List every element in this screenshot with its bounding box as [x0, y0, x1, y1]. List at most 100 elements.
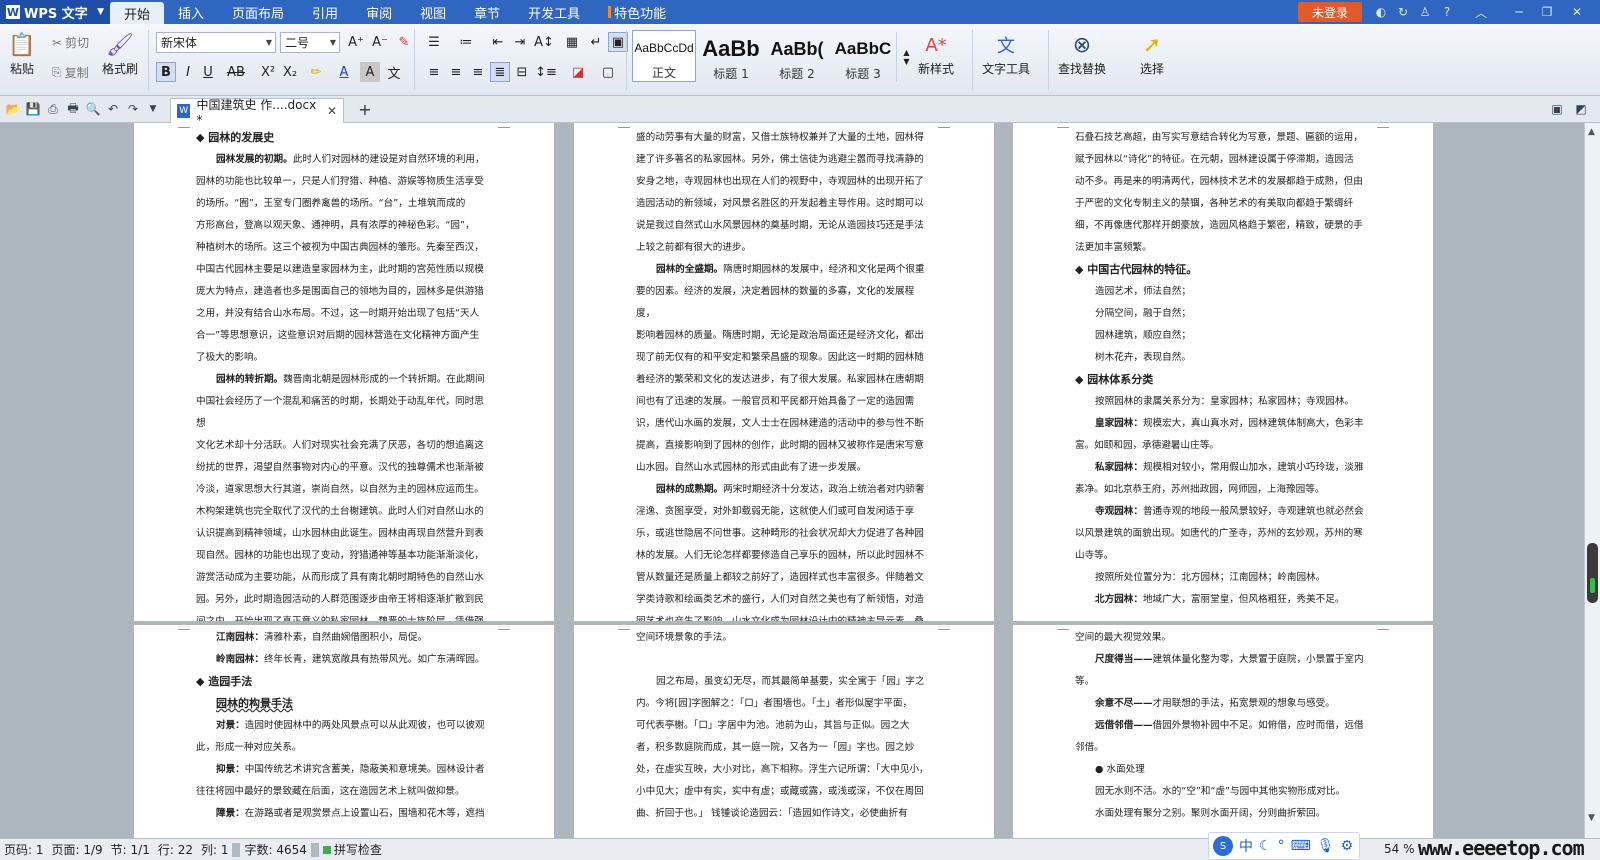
phonetic-icon[interactable]: 文	[384, 62, 404, 82]
restore-icon[interactable]: ❐	[1538, 3, 1556, 21]
ime-toolbar[interactable]: S 中 ☾ ° ⌨ 🎙 ⚙	[1208, 832, 1360, 860]
customize-quick-access-icon[interactable]: ▼	[144, 100, 162, 118]
microphone-icon[interactable]: 🎙	[1317, 838, 1335, 854]
table-icon[interactable]: ▦	[562, 32, 582, 52]
document-canvas[interactable]: ◆ 园林的发展史 园林发展的初期。此时人们对园林的建设是对自然环境的利用， 园林的功…	[0, 123, 1584, 838]
grow-font-icon[interactable]: A⁺	[346, 32, 366, 52]
text-line: 往往将园中最好的景致藏在后面，这在造园艺术上就叫做抑景。	[196, 786, 465, 797]
punctuation-icon[interactable]: °	[1278, 838, 1285, 854]
scroll-thumb[interactable]	[1587, 543, 1598, 603]
font-name-select[interactable]: 新宋体 ▼	[156, 32, 276, 53]
font-size-select[interactable]: 二号 ▼	[280, 32, 340, 53]
increase-indent-icon[interactable]: ⇥	[510, 32, 530, 52]
copy-button[interactable]: ⎘ 复制	[52, 64, 89, 81]
export-pdf-icon[interactable]: ⎙	[44, 100, 62, 118]
text-tools-button[interactable]: 文 文字工具	[982, 30, 1030, 77]
select-button[interactable]: ➚ 选择	[1138, 30, 1166, 77]
font-color-icon[interactable]: A	[334, 62, 354, 82]
tab-list-icon[interactable]: ▣	[1548, 100, 1566, 118]
style-heading-2[interactable]: AaBb( 标题 2	[766, 30, 828, 82]
spell-check-button[interactable]: 拼写检查	[319, 841, 386, 858]
paste-button[interactable]: 📋 粘贴	[8, 30, 36, 77]
clear-format-icon[interactable]: ✎	[394, 32, 414, 52]
line-spacing-icon[interactable]: ↕≡	[535, 62, 557, 82]
shirt-icon[interactable]: ♙	[1416, 3, 1434, 21]
style-gallery-scroll[interactable]: ▲ ▼	[896, 32, 916, 82]
keyboard-icon[interactable]: ⌨	[1291, 838, 1311, 854]
print-preview-icon[interactable]: 🔍	[84, 100, 102, 118]
skin-icon[interactable]: ◐	[1372, 3, 1390, 21]
underline-icon[interactable]: U	[198, 62, 218, 82]
distribute-icon[interactable]: ⊟	[512, 62, 532, 82]
scroll-up-icon[interactable]: ▲	[1588, 127, 1595, 137]
status-word-count[interactable]: 字数: 4654	[240, 841, 310, 858]
status-page[interactable]: 页面: 1/9	[48, 841, 107, 858]
style-heading-1[interactable]: AaBb 标题 1	[700, 30, 762, 82]
menu-tab-page-layout[interactable]: 页面布局	[218, 0, 298, 24]
decrease-indent-icon[interactable]: ⇤	[488, 32, 508, 52]
align-center-icon[interactable]: ≡	[446, 62, 466, 82]
save-icon[interactable]: 💾	[24, 100, 42, 118]
collapse-ribbon-icon[interactable]: ︿	[1472, 3, 1490, 21]
menu-tab-review[interactable]: 审阅	[352, 0, 406, 24]
strikethrough-icon[interactable]: AB	[226, 62, 246, 82]
vertical-scrollbar[interactable]: ▲ ▼	[1584, 123, 1600, 838]
menu-tab-references[interactable]: 引用	[298, 0, 352, 24]
undo-icon[interactable]: ↶	[104, 100, 122, 118]
align-right-icon[interactable]: ≡	[468, 62, 488, 82]
new-style-button[interactable]: A* 新样式	[918, 30, 954, 77]
format-painter-button[interactable]: 🖌 格式刷	[102, 30, 138, 77]
style-heading-3[interactable]: AaBbC 标题 3	[832, 30, 894, 82]
bullet-list-icon[interactable]: ☰	[424, 32, 444, 52]
paragraph-mark-icon[interactable]: ↵	[586, 32, 606, 52]
menu-tab-chapter[interactable]: 章节	[460, 0, 514, 24]
cut-button[interactable]: ✂ 剪切	[52, 34, 89, 51]
print-icon[interactable]: 🖶	[64, 100, 82, 118]
italic-icon[interactable]: I	[178, 62, 198, 82]
show-grid-icon[interactable]: ▣	[608, 32, 628, 52]
sync-icon[interactable]: ↻	[1394, 3, 1412, 21]
tab-document[interactable]: W 中国建筑史 作....docx * ✕	[170, 98, 344, 127]
text-line: 江南园林：清雅朴素，自然曲婉借图积小，局促。	[216, 632, 428, 643]
tab-options-icon[interactable]: ◩	[1572, 100, 1590, 118]
borders-icon[interactable]: ▢	[598, 62, 618, 82]
redo-icon[interactable]: ↷	[124, 100, 142, 118]
ime-mode[interactable]: 中	[1239, 836, 1253, 856]
bold-icon[interactable]: B	[156, 62, 176, 82]
scroll-down-icon[interactable]: ▼	[1588, 813, 1595, 823]
menu-tab-insert[interactable]: 插入	[164, 0, 218, 24]
login-button[interactable]: 未登录	[1298, 2, 1362, 22]
page-5[interactable]: 空间环境景象的手法。 园之布局，虽变幻无尽，而其最简单基要，实全寓于「园」字之内…	[574, 625, 994, 838]
page-1[interactable]: ◆ 园林的发展史 园林发展的初期。此时人们对园林的建设是对自然环境的利用， 园林的功…	[134, 123, 554, 621]
align-left-icon[interactable]: ≡	[424, 62, 444, 82]
find-replace-button[interactable]: ⊗ 查找替换	[1058, 30, 1106, 77]
text-direction-icon[interactable]: A↕	[534, 32, 554, 52]
menu-tab-home[interactable]: 开始	[110, 2, 165, 24]
help-icon[interactable]: ?	[1438, 3, 1456, 21]
moon-icon[interactable]: ☾	[1259, 838, 1272, 854]
numbered-list-icon[interactable]: ≔	[456, 32, 476, 52]
subscript-icon[interactable]: X₂	[280, 62, 300, 82]
menu-tab-special[interactable]: 特色功能	[594, 0, 680, 24]
style-normal[interactable]: AaBbCcDd 正文	[632, 30, 696, 82]
page-3[interactable]: 石叠石技艺高超，由写实写意结合转化为写意，景题、匾额的运用， 赋予园林以“诗化”的…	[1013, 123, 1433, 621]
close-tab-icon[interactable]: ✕	[327, 104, 337, 118]
page-4[interactable]: 江南园林：清雅朴素，自然曲婉借图积小，局促。 岭南园林：终年长青，建筑宽敞具有热带…	[134, 625, 554, 838]
settings-gear-icon[interactable]: ⚙	[1341, 838, 1354, 854]
superscript-icon[interactable]: X²	[258, 62, 278, 82]
open-folder-icon[interactable]: 📂	[4, 100, 22, 118]
justify-icon[interactable]: ≣	[490, 62, 510, 82]
zoom-level[interactable]: 54 %	[1384, 842, 1415, 856]
app-menu-button[interactable]: W WPS 文字 ▼	[0, 0, 110, 24]
menu-tab-developer[interactable]: 开发工具	[514, 0, 594, 24]
shrink-font-icon[interactable]: A⁻	[370, 32, 390, 52]
new-tab-icon[interactable]: +	[354, 98, 376, 120]
page-6[interactable]: 空间的最大视觉效果。 尺度得当——建筑体量化整为零，大景置于庭院，小景置于室内 等。…	[1013, 625, 1433, 838]
highlight-icon[interactable]: ✏	[306, 62, 326, 82]
close-icon[interactable]: ✕	[1568, 3, 1586, 21]
char-shading-icon[interactable]: A	[360, 62, 380, 82]
menu-tab-view[interactable]: 视图	[406, 0, 460, 24]
shading-icon[interactable]: ◪	[568, 62, 588, 82]
minimize-icon[interactable]: ─	[1510, 3, 1528, 21]
page-2[interactable]: 盛的动劳事有大量的财富，又借士族特权兼并了大量的土地，园林得 建了许多著名的私家园…	[574, 123, 994, 621]
